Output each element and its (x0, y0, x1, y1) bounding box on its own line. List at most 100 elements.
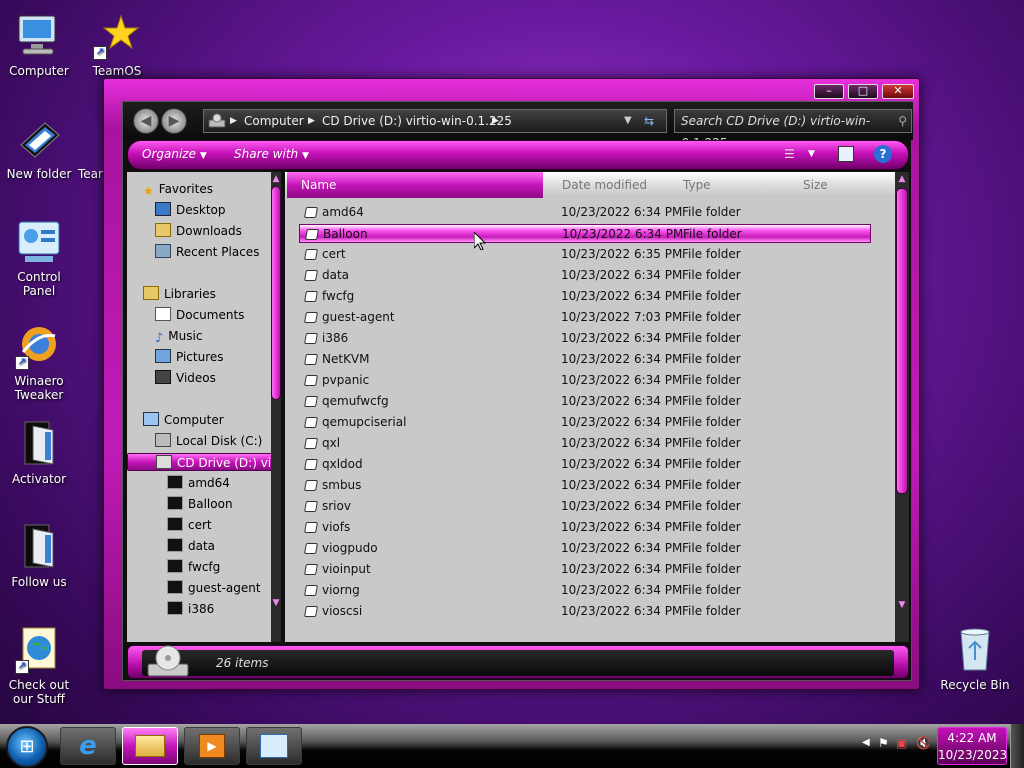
nav-label: Documents (176, 308, 245, 322)
nav-downloads[interactable]: Downloads (155, 222, 242, 240)
nav-folder-guest-agent[interactable]: guest-agent (167, 579, 261, 597)
search-icon[interactable]: ⚲ (898, 110, 907, 132)
scroll-up-arrow-icon[interactable]: ▲ (894, 172, 909, 186)
file-row[interactable]: qxldod 10/23/2022 6:34 PM File folder (299, 455, 871, 474)
nav-label: Desktop (176, 203, 226, 217)
file-row[interactable]: vioscsi 10/23/2022 6:34 PM File folder (299, 602, 871, 621)
file-row[interactable]: Balloon 10/23/2022 6:34 PM File folder (299, 224, 871, 243)
taskbar-file-explorer[interactable] (122, 727, 178, 765)
nav-cd-drive[interactable]: CD Drive (D:) virt (127, 453, 281, 471)
file-row[interactable]: i386 10/23/2022 6:34 PM File folder (299, 329, 871, 348)
nav-folder-data[interactable]: data (167, 537, 215, 555)
file-row[interactable]: viofs 10/23/2022 6:34 PM File folder (299, 518, 871, 537)
desktop-icon-recycle-bin[interactable]: Recycle Bin (936, 626, 1014, 692)
scroll-down-arrow-icon[interactable]: ▼ (894, 598, 909, 612)
nav-folder-amd64[interactable]: amd64 (167, 474, 230, 492)
scroll-up-arrow-icon[interactable]: ▲ (268, 172, 281, 186)
file-row[interactable]: sriov 10/23/2022 6:34 PM File folder (299, 497, 871, 516)
column-header-name[interactable]: Name (287, 172, 543, 198)
nav-videos[interactable]: Videos (155, 369, 216, 387)
nav-documents[interactable]: Documents (155, 306, 244, 324)
nav-folder-cert[interactable]: cert (167, 516, 212, 534)
file-row[interactable]: cert 10/23/2022 6:35 PM File folder (299, 245, 871, 264)
desktop-icon-winaero[interactable]: ↗ Winaero Tweaker (0, 322, 78, 402)
nav-scrollbar[interactable]: ▲ ▼ (271, 172, 281, 642)
taskbar-media-player[interactable]: ▶ (184, 727, 240, 765)
file-name: guest-agent (322, 310, 395, 324)
music-note-icon: ♪ (155, 331, 164, 346)
action-center-flag-icon[interactable]: ⚑ (878, 736, 889, 750)
volume-muted-icon[interactable]: 🔇 (916, 736, 931, 750)
nav-pictures[interactable]: Pictures (155, 348, 224, 366)
file-row[interactable]: guest-agent 10/23/2022 7:03 PM File folder (299, 308, 871, 327)
nav-libraries[interactable]: Libraries (143, 285, 216, 303)
search-input[interactable]: Search CD Drive (D:) virtio-win-0.1.225 … (674, 109, 912, 150)
file-row[interactable]: fwcfg 10/23/2022 6:34 PM File folder (299, 287, 871, 306)
show-desktop-button[interactable] (1010, 724, 1024, 768)
nav-folder-balloon[interactable]: Balloon (167, 495, 233, 513)
help-icon[interactable]: ? (874, 145, 892, 163)
nav-local-disk[interactable]: Local Disk (C:) (155, 432, 262, 450)
navigation-bar: ◀ ▶ ▶ Computer ▶ CD Drive (D:) virtio-wi… (123, 102, 913, 150)
file-date-modified: 10/23/2022 6:35 PM (561, 247, 683, 261)
media-player-icon: ▶ (199, 734, 225, 758)
file-name: viogpudo (322, 541, 378, 555)
view-options-icon[interactable]: ☰ (784, 147, 795, 161)
minimize-button[interactable]: – (814, 84, 844, 99)
desktop-icon-new-folder[interactable]: New folder (0, 115, 78, 181)
taskbar-internet-explorer[interactable]: e (60, 727, 116, 765)
taskbar-control-panel[interactable] (246, 727, 302, 765)
nav-scroll-thumb[interactable] (271, 186, 281, 400)
nav-folder-fwcfg[interactable]: fwcfg (167, 558, 220, 576)
file-row[interactable]: NetKVM 10/23/2022 6:34 PM File folder (299, 350, 871, 369)
network-icon[interactable]: ▣ (896, 736, 907, 750)
column-header-type[interactable]: Type (683, 178, 711, 192)
cd-drive-icon (146, 644, 190, 680)
nav-folder-i386[interactable]: i386 (167, 600, 214, 618)
breadcrumb-cd-drive[interactable]: CD Drive (D:) virtio-win-0.1.225 (322, 110, 512, 132)
maximize-button[interactable]: □ (848, 84, 878, 99)
desktop-icon-activator[interactable]: Activator (0, 420, 78, 486)
file-type: File folder (682, 436, 741, 450)
nav-music[interactable]: ♪ Music (155, 327, 202, 346)
file-scroll-thumb[interactable] (896, 188, 908, 494)
back-button[interactable]: ◀ (133, 108, 159, 134)
column-header-size[interactable]: Size (803, 178, 828, 192)
address-bar[interactable]: ▶ Computer ▶ CD Drive (D:) virtio-win-0.… (203, 109, 667, 133)
file-row[interactable]: data 10/23/2022 6:34 PM File folder (299, 266, 871, 285)
file-list-scrollbar[interactable]: ▲ ▼ (895, 172, 909, 642)
desktop-icon-follow-us[interactable]: Follow us (0, 523, 78, 589)
start-button[interactable]: ⊞ (6, 726, 48, 768)
nav-desktop[interactable]: Desktop (155, 201, 226, 219)
file-row[interactable]: amd64 10/23/2022 6:34 PM File folder (299, 203, 871, 222)
file-row[interactable]: smbus 10/23/2022 6:34 PM File folder (299, 476, 871, 495)
file-row[interactable]: qemupciserial 10/23/2022 6:34 PM File fold… (299, 413, 871, 432)
preview-pane-icon[interactable] (838, 146, 854, 162)
file-row[interactable]: vioinput 10/23/2022 6:34 PM File folder (299, 560, 871, 579)
file-row[interactable]: viogpudo 10/23/2022 6:34 PM File folder (299, 539, 871, 558)
breadcrumb-computer[interactable]: Computer (244, 110, 304, 132)
file-row[interactable]: qxl 10/23/2022 6:34 PM File folder (299, 434, 871, 453)
view-dropdown-icon[interactable]: ▼ (808, 149, 815, 159)
clock[interactable]: 4:22 AM 10/23/2023 (937, 727, 1007, 765)
file-row[interactable]: qemufwcfg 10/23/2022 6:34 PM File folder (299, 392, 871, 411)
address-dropdown-icon[interactable]: ▼ (624, 110, 632, 132)
file-row[interactable]: viorng 10/23/2022 6:34 PM File folder (299, 581, 871, 600)
desktop-icon-computer[interactable]: Computer (0, 12, 78, 78)
desktop-icon-control-panel[interactable]: Control Panel (0, 218, 78, 298)
scroll-down-arrow-icon[interactable]: ▼ (268, 596, 281, 610)
nav-favorites[interactable]: ★ Favorites (143, 180, 213, 198)
show-hidden-icons-icon[interactable]: ◀ (862, 737, 870, 748)
column-header-date[interactable]: Date modified (562, 178, 647, 192)
nav-computer[interactable]: Computer (143, 411, 224, 429)
close-button[interactable]: ✕ (882, 84, 914, 99)
nav-recent-places[interactable]: Recent Places (155, 243, 259, 261)
file-date-modified: 10/23/2022 6:34 PM (561, 436, 683, 450)
share-with-button[interactable]: Share with ▼ (234, 147, 309, 161)
organize-button[interactable]: Organize ▼ (142, 147, 207, 161)
file-name: Balloon (323, 227, 368, 241)
file-row[interactable]: pvpanic 10/23/2022 6:34 PM File folder (299, 371, 871, 390)
desktop-icon-check-out[interactable]: ↗ Check out our Stuff (0, 626, 78, 706)
refresh-icon[interactable]: ⇆ (644, 110, 654, 132)
forward-button[interactable]: ▶ (161, 108, 187, 134)
